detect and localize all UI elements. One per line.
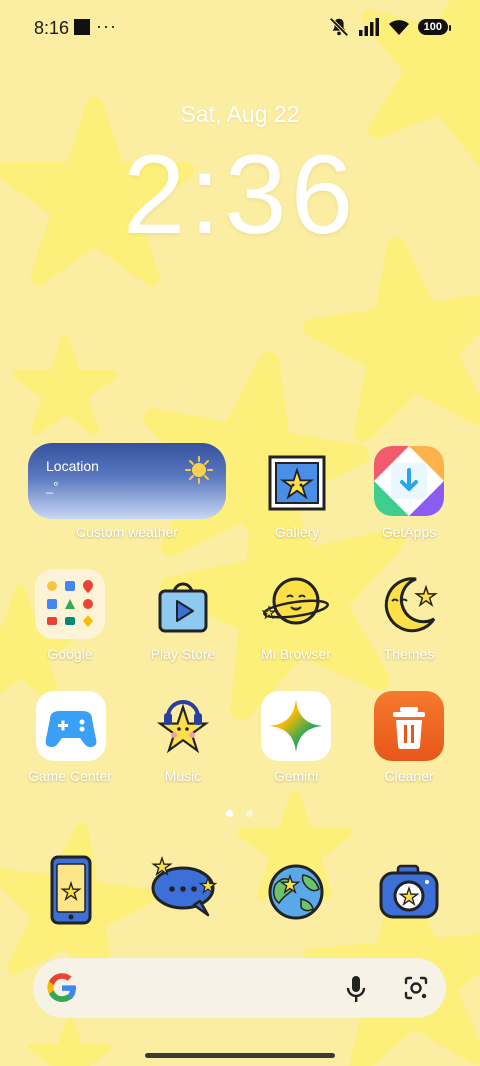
themes-app[interactable] — [374, 569, 444, 639]
gallery-app[interactable] — [262, 447, 332, 517]
lockscreen-clock: 2:36 — [123, 132, 357, 257]
getapps-app[interactable] — [374, 446, 444, 516]
mute-icon — [329, 17, 349, 37]
app-label: Play Store — [150, 646, 216, 662]
weather-widget[interactable]: Location _° — [28, 443, 226, 519]
messages-app[interactable] — [148, 855, 218, 925]
messages-icon — [151, 855, 218, 917]
more-dots-icon: ··· — [96, 16, 117, 36]
app-label: Cleaner — [384, 768, 434, 784]
app-label: Music — [164, 768, 202, 784]
gesture-home-bar[interactable] — [145, 1053, 335, 1058]
google-folder-icon — [47, 580, 93, 627]
page-indicator-dot-active[interactable] — [226, 810, 233, 817]
play-store-app[interactable] — [148, 569, 218, 639]
wifi-icon — [388, 20, 409, 35]
music-app[interactable] — [148, 691, 218, 761]
sun-icon — [185, 456, 213, 484]
status-time: 8:16 — [34, 18, 70, 38]
themes-icon — [384, 577, 438, 633]
music-icon — [156, 700, 210, 754]
getapps-icon — [374, 446, 444, 516]
game-center-app[interactable] — [36, 691, 106, 761]
app-label: GetApps — [381, 524, 437, 540]
camera-app[interactable] — [374, 855, 444, 925]
google-logo-icon — [47, 973, 76, 1002]
lens-icon[interactable] — [403, 976, 429, 1000]
game-center-icon — [45, 711, 97, 747]
gallery-icon — [268, 455, 326, 511]
microphone-icon[interactable] — [345, 975, 367, 1003]
status-bar: 8:16 ··· 100 — [0, 0, 480, 56]
browser-globe-app[interactable] — [261, 855, 331, 925]
play-store-icon — [158, 582, 208, 633]
phone-app[interactable] — [36, 855, 106, 925]
weather-widget-label: Custom weather — [76, 524, 178, 540]
mi-browser-app[interactable] — [261, 569, 331, 639]
battery-icon: 100 — [417, 19, 452, 35]
google-folder[interactable] — [35, 569, 105, 639]
cleaner-app[interactable] — [374, 691, 444, 761]
phone-icon — [50, 855, 92, 925]
camera-icon — [379, 864, 439, 919]
app-label: Themes — [383, 646, 435, 662]
weather-location: Location — [46, 458, 99, 474]
app-label: Game Center — [27, 768, 113, 784]
gemini-app[interactable] — [261, 691, 331, 761]
app-label: Mi Browser — [260, 646, 331, 662]
lockscreen-date: Sat, Aug 22 — [180, 101, 300, 127]
page-indicator-dot[interactable] — [246, 810, 253, 817]
weather-temperature: _° — [46, 479, 59, 494]
mi-browser-icon — [261, 577, 329, 625]
app-label: Gemini — [273, 768, 319, 784]
signal-icon — [358, 18, 379, 36]
notification-square-icon — [74, 19, 90, 35]
app-label: Google — [47, 646, 93, 662]
app-label: Gallery — [274, 524, 320, 540]
cleaner-icon — [393, 707, 425, 749]
globe-icon — [268, 864, 324, 920]
google-search-bar[interactable] — [33, 958, 446, 1018]
gemini-icon — [269, 699, 323, 753]
